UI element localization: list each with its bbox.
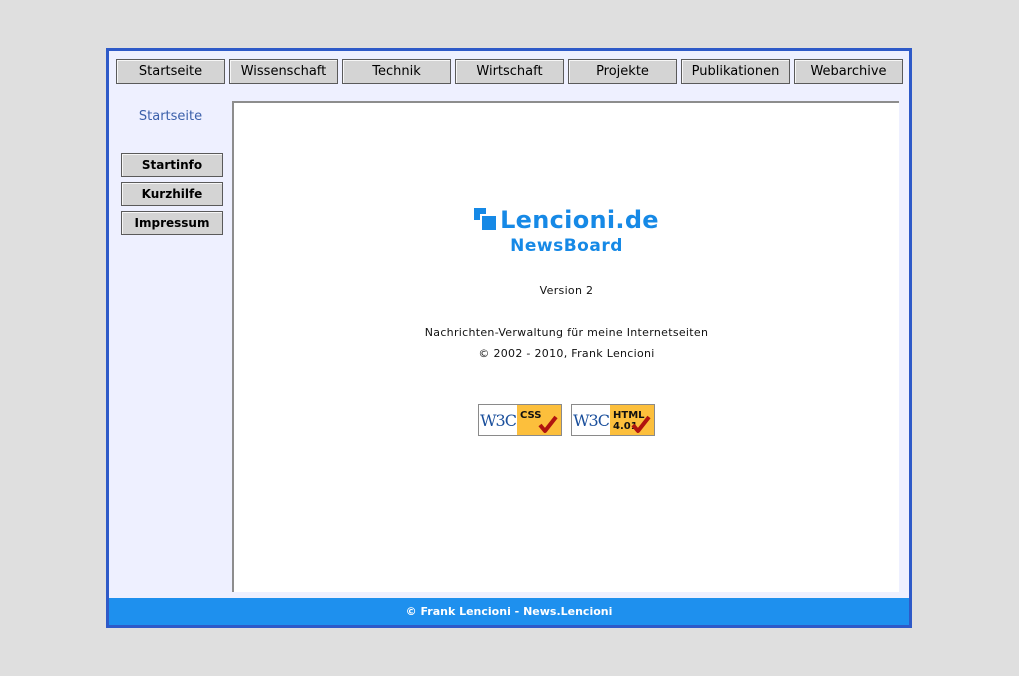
- footer-text: © Frank Lencioni - News.Lencioni: [405, 605, 613, 618]
- w3c-logo: W3C: [480, 410, 517, 430]
- nav-webarchive-button[interactable]: Webarchive: [794, 59, 903, 84]
- validation-badges: W3C CSS W3C HTML 4.01: [234, 404, 899, 436]
- logo-subtitle: NewsBoard: [510, 236, 623, 256]
- nav-projekte-button[interactable]: Projekte: [568, 59, 677, 84]
- sidebar-title: Startseite: [138, 109, 203, 124]
- checkmark-icon: [631, 415, 651, 433]
- site-logo: Lencioni.de: [234, 206, 899, 234]
- w3c-logo: W3C: [573, 410, 610, 430]
- sidebar-kurzhilfe-button[interactable]: Kurzhilfe: [121, 182, 223, 206]
- w3c-css-badge[interactable]: W3C CSS: [478, 404, 562, 436]
- nav-technik-button[interactable]: Technik: [342, 59, 451, 84]
- checkmark-icon: [538, 415, 558, 433]
- w3c-html-badge[interactable]: W3C HTML 4.01: [571, 404, 655, 436]
- page-frame: Startseite Wissenschaft Technik Wirtscha…: [106, 48, 912, 628]
- description-text: Nachrichten-Verwaltung für meine Interne…: [424, 326, 709, 339]
- nav-wissenschaft-button[interactable]: Wissenschaft: [229, 59, 338, 84]
- sidebar: Startseite Startinfo Kurzhilfe Impressum: [109, 95, 232, 600]
- top-navigation: Startseite Wissenschaft Technik Wirtscha…: [116, 59, 903, 84]
- overlapping-squares-icon: [474, 208, 497, 230]
- copyright-text: © 2002 - 2010, Frank Lencioni: [478, 347, 655, 360]
- sidebar-impressum-button[interactable]: Impressum: [121, 211, 223, 235]
- nav-startseite-button[interactable]: Startseite: [116, 59, 225, 84]
- nav-publikationen-button[interactable]: Publikationen: [681, 59, 790, 84]
- footer: © Frank Lencioni - News.Lencioni: [109, 598, 909, 625]
- logo-text: Lencioni.de: [500, 206, 659, 234]
- main-content: Lencioni.de NewsBoard Version 2 Nachrich…: [232, 101, 899, 592]
- nav-wirtschaft-button[interactable]: Wirtschaft: [455, 59, 564, 84]
- sidebar-startinfo-button[interactable]: Startinfo: [121, 153, 223, 177]
- version-text: Version 2: [539, 284, 594, 297]
